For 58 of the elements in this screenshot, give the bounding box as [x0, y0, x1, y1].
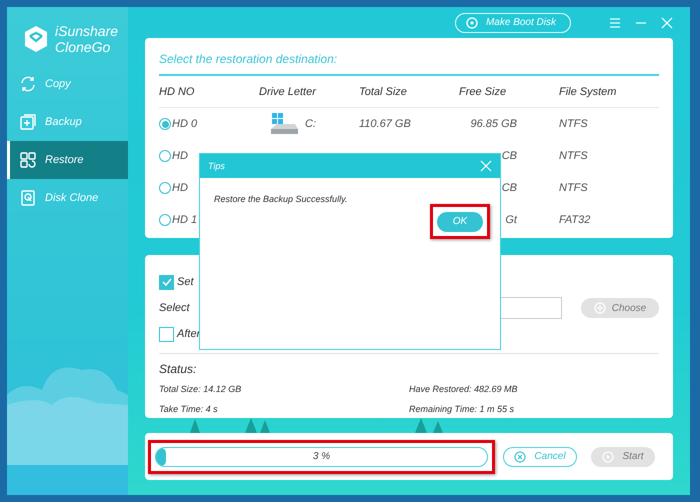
- drive-icon: [269, 112, 299, 136]
- option-label: Set: [177, 276, 194, 288]
- column-header: Total Size: [359, 86, 408, 98]
- disk-radio[interactable]: HD: [159, 150, 259, 162]
- sidebar-item[interactable]: Backup: [7, 103, 128, 141]
- option-label: Select: [159, 302, 190, 314]
- logo-icon: [23, 25, 49, 53]
- checkbox[interactable]: [159, 274, 174, 290]
- option-label: After: [177, 328, 200, 340]
- close-icon[interactable]: [661, 16, 673, 28]
- status-text: Have Restored: 482.69 MB: [409, 384, 519, 394]
- ok-button[interactable]: OK: [437, 212, 483, 232]
- refresh-icon: [19, 75, 37, 93]
- progress-text: 3 %: [312, 451, 330, 462]
- radio-button[interactable]: [159, 150, 171, 162]
- column-header: Drive Letter: [259, 86, 318, 98]
- column-header: Free Size: [459, 86, 508, 98]
- app-name: iSunshare: [55, 23, 118, 39]
- table-cell: Gt: [505, 214, 517, 226]
- play-icon: [602, 450, 614, 462]
- dialog-title: Tips: [208, 161, 225, 171]
- grid-icon: [19, 151, 37, 169]
- status-text: Take Time: 4 s: [159, 404, 219, 414]
- sidebar-item[interactable]: Disk Clone: [7, 179, 128, 217]
- column-header: File System: [559, 86, 618, 98]
- radio-button[interactable]: [159, 118, 171, 130]
- table-cell: 96.85 GB: [470, 118, 517, 130]
- status-text: Remaining Time: 1 m 55 s: [409, 404, 515, 414]
- disk-radio[interactable]: HD 0: [159, 118, 259, 130]
- cancel-button[interactable]: Cancel: [503, 446, 577, 466]
- status-title: Status:: [159, 362, 198, 376]
- make-boot-disk-button[interactable]: Make Boot Disk: [454, 12, 571, 32]
- radio-button[interactable]: [159, 214, 171, 226]
- radio-button[interactable]: [159, 182, 171, 194]
- close-circle-icon: [514, 450, 526, 462]
- disk-radio[interactable]: HD: [159, 182, 259, 194]
- plus-square-icon: [19, 113, 37, 131]
- app-name: CloneGo: [55, 39, 112, 55]
- disc-icon: [466, 16, 478, 28]
- column-header: HD NO: [159, 86, 196, 98]
- table-cell-text: NTFS: [559, 182, 589, 194]
- menu-icon[interactable]: [609, 16, 621, 28]
- section-title: Select the restoration destination:: [159, 52, 659, 76]
- disk-radio[interactable]: HD 1: [159, 214, 259, 226]
- table-cell-text: NTFS: [559, 118, 589, 130]
- table-cell-text: FAT32: [559, 214, 592, 226]
- table-cell: CB: [502, 182, 517, 194]
- check-icon: [162, 277, 172, 287]
- sidebar-item[interactable]: Copy: [7, 65, 128, 103]
- drive-letter: C:: [305, 118, 316, 130]
- dialog-message: Restore the Backup Successfully.: [214, 194, 348, 204]
- plus-circle-icon: [594, 302, 606, 314]
- checkbox[interactable]: [159, 326, 174, 342]
- table-cell-text: 110.67 GB: [359, 118, 412, 130]
- table-cell-text: NTFS: [559, 150, 589, 162]
- sidebar-item[interactable]: Restore: [7, 141, 128, 179]
- table-cell: CB: [502, 150, 517, 162]
- status-text: Total Size: 14.12 GB: [159, 384, 242, 394]
